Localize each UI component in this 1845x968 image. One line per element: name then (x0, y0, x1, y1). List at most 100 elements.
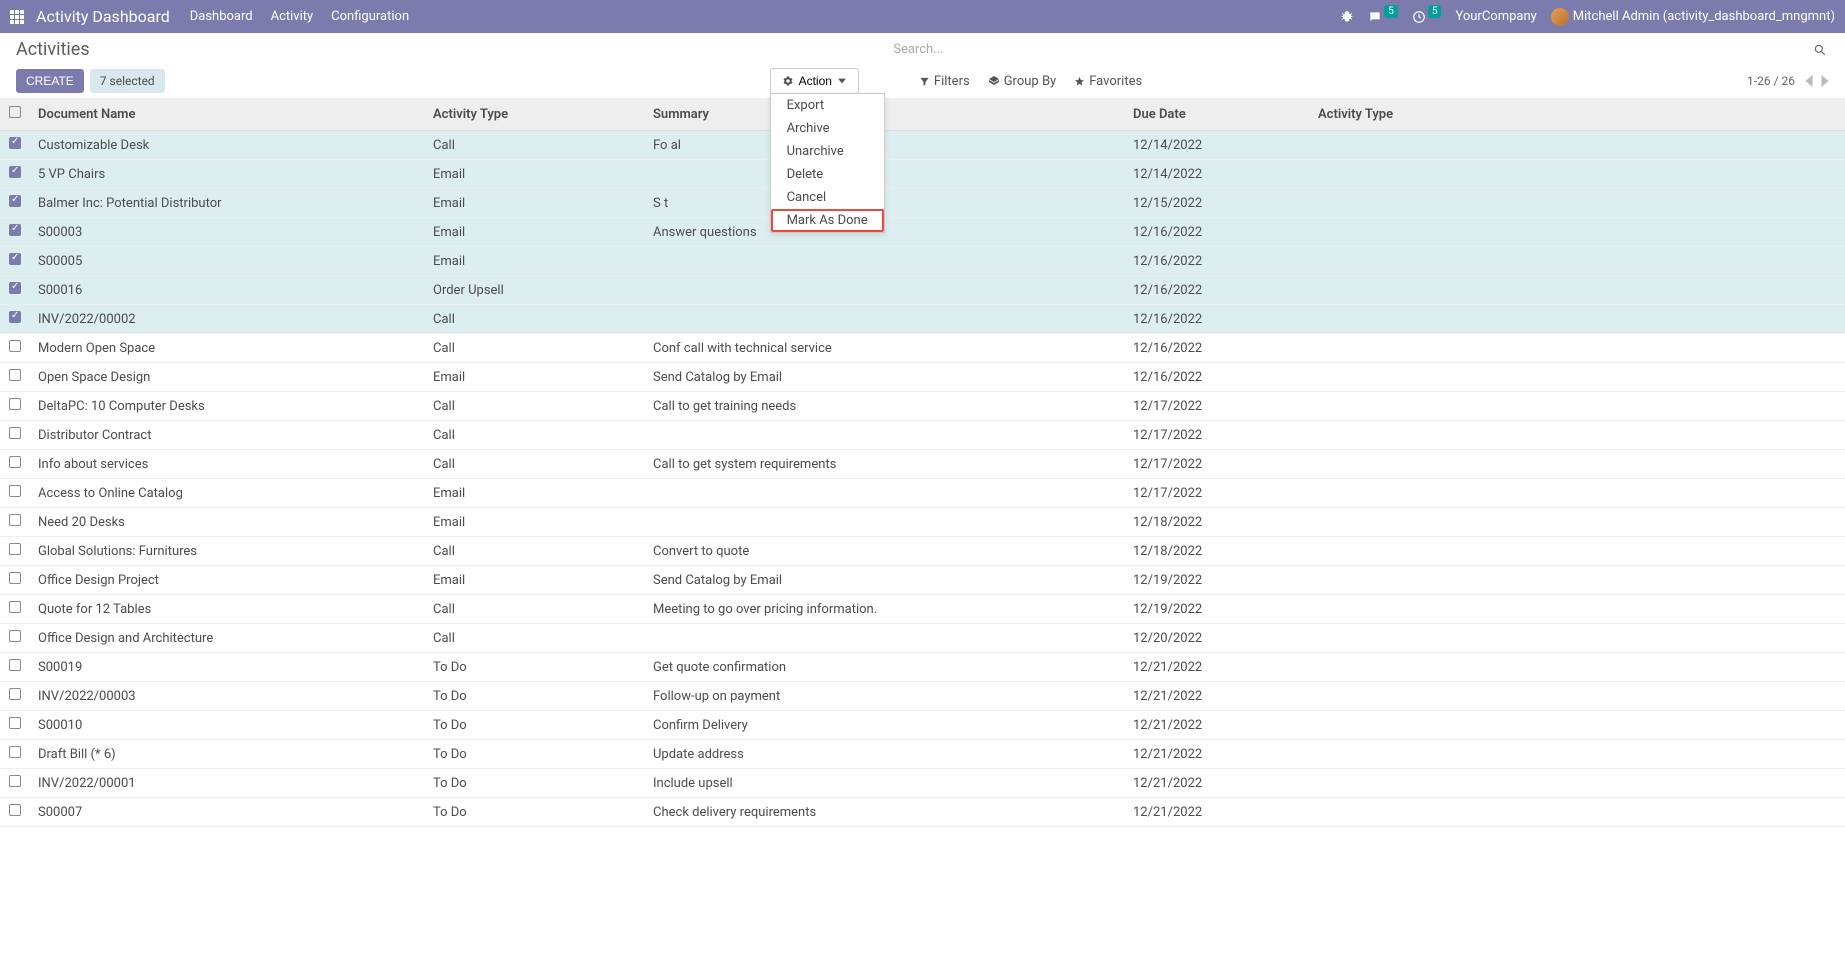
row-checkbox[interactable] (9, 717, 21, 729)
table-row[interactable]: Customizable DeskCallFo al12/14/2022 (0, 131, 1845, 160)
table-row[interactable]: Draft Bill (* 6)To DoUpdate address12/21… (0, 740, 1845, 769)
table-row[interactable]: S00003EmailAnswer questions12/16/2022 (0, 218, 1845, 247)
table-row[interactable]: INV/2022/00002Call12/16/2022 (0, 305, 1845, 334)
row-checkbox[interactable] (9, 195, 21, 207)
col-summary[interactable]: Summary (645, 98, 1125, 131)
cell-activity-type-2 (1310, 595, 1845, 624)
row-checkbox[interactable] (9, 485, 21, 497)
action-menu-item[interactable]: Unarchive (771, 140, 884, 163)
app-title[interactable]: Activity Dashboard (36, 7, 170, 26)
action-menu-item[interactable]: Mark As Done (771, 209, 884, 232)
bug-icon[interactable] (1340, 10, 1354, 24)
groupby-button[interactable]: Group By (988, 74, 1057, 89)
row-checkbox[interactable] (9, 282, 21, 294)
row-checkbox[interactable] (9, 514, 21, 526)
select-all-checkbox[interactable] (0, 98, 30, 131)
row-checkbox[interactable] (9, 659, 21, 671)
selected-count[interactable]: 7 selected (90, 69, 165, 93)
action-menu-item[interactable]: Delete (771, 163, 884, 186)
table-row[interactable]: INV/2022/00001To DoInclude upsell12/21/2… (0, 769, 1845, 798)
cell-due-date: 12/21/2022 (1125, 653, 1310, 682)
cell-due-date: 12/15/2022 (1125, 189, 1310, 218)
action-button[interactable]: Action (770, 68, 859, 94)
pager-text[interactable]: 1-26 / 26 (1747, 74, 1795, 88)
create-button[interactable]: CREATE (16, 69, 84, 93)
row-checkbox[interactable] (9, 804, 21, 816)
col-document-name[interactable]: Document Name (30, 98, 425, 131)
pager-next[interactable] (1821, 75, 1829, 87)
row-checkbox[interactable] (9, 427, 21, 439)
row-checkbox[interactable] (9, 543, 21, 555)
cell-document-name: INV/2022/00002 (30, 305, 425, 334)
menu-dashboard[interactable]: Dashboard (190, 9, 253, 24)
table-row[interactable]: S00016Order Upsell12/16/2022 (0, 276, 1845, 305)
table-row[interactable]: Office Design and ArchitectureCall12/20/… (0, 624, 1845, 653)
row-checkbox[interactable] (9, 601, 21, 613)
cell-due-date: 12/21/2022 (1125, 711, 1310, 740)
cell-summary: Meeting to go over pricing information. (645, 595, 1125, 624)
table-row[interactable]: Modern Open SpaceCallConf call with tech… (0, 334, 1845, 363)
table-row[interactable]: Need 20 DesksEmail12/18/2022 (0, 508, 1845, 537)
action-menu-item[interactable]: Archive (771, 117, 884, 140)
user-menu[interactable]: Mitchell Admin (activity_dashboard_mngmn… (1551, 8, 1835, 26)
row-checkbox[interactable] (9, 224, 21, 236)
search-input[interactable]: Search... (886, 42, 1813, 57)
row-checkbox[interactable] (9, 340, 21, 352)
table-row[interactable]: Distributor ContractCall12/17/2022 (0, 421, 1845, 450)
row-checkbox[interactable] (9, 398, 21, 410)
menu-activity[interactable]: Activity (271, 9, 314, 24)
cell-activity-type-2 (1310, 450, 1845, 479)
table-row[interactable]: Office Design ProjectEmailSend Catalog b… (0, 566, 1845, 595)
favorites-button[interactable]: Favorites (1074, 74, 1142, 89)
row-checkbox[interactable] (9, 166, 21, 178)
table-row[interactable]: Quote for 12 TablesCallMeeting to go ove… (0, 595, 1845, 624)
table-row[interactable]: 5 VP ChairsEmail12/14/2022 (0, 160, 1845, 189)
cell-document-name: INV/2022/00001 (30, 769, 425, 798)
col-activity-type[interactable]: Activity Type (425, 98, 645, 131)
table-row[interactable]: S00005Email12/16/2022 (0, 247, 1845, 276)
cell-document-name: Modern Open Space (30, 334, 425, 363)
row-checkbox[interactable] (9, 746, 21, 758)
company-switcher[interactable]: YourCompany (1455, 9, 1536, 24)
action-menu-item[interactable]: Export (771, 94, 884, 117)
col-due-date[interactable]: Due Date (1125, 98, 1310, 131)
table-row[interactable]: S00007To DoCheck delivery requirements12… (0, 798, 1845, 827)
cell-due-date: 12/16/2022 (1125, 334, 1310, 363)
cell-due-date: 12/17/2022 (1125, 450, 1310, 479)
cell-activity-type: Email (425, 218, 645, 247)
row-checkbox[interactable] (9, 369, 21, 381)
action-menu-item[interactable]: Cancel (771, 186, 884, 209)
table-row[interactable]: Info about servicesCallCall to get syste… (0, 450, 1845, 479)
chat-icon[interactable]: 5 (1368, 10, 1398, 24)
row-checkbox[interactable] (9, 775, 21, 787)
pager-prev[interactable] (1805, 75, 1813, 87)
row-checkbox[interactable] (9, 456, 21, 468)
row-checkbox[interactable] (9, 572, 21, 584)
table-row[interactable]: S00019To DoGet quote confirmation12/21/2… (0, 653, 1845, 682)
table-row[interactable]: Balmer Inc: Potential DistributorEmailS … (0, 189, 1845, 218)
apps-icon[interactable] (10, 10, 24, 24)
row-checkbox[interactable] (9, 688, 21, 700)
filters-button[interactable]: Filters (919, 74, 970, 89)
cell-activity-type: Call (425, 131, 645, 160)
chevron-down-icon (838, 77, 846, 85)
table-row[interactable]: Access to Online CatalogEmail12/17/2022 (0, 479, 1845, 508)
row-checkbox[interactable] (9, 137, 21, 149)
search-icon[interactable] (1813, 43, 1829, 57)
table-row[interactable]: Open Space DesignEmailSend Catalog by Em… (0, 363, 1845, 392)
row-checkbox[interactable] (9, 630, 21, 642)
cell-activity-type-2 (1310, 653, 1845, 682)
row-checkbox[interactable] (9, 311, 21, 323)
menu-configuration[interactable]: Configuration (331, 9, 409, 24)
clock-icon[interactable]: 5 (1412, 10, 1442, 24)
col-activity-type-2[interactable]: Activity Type (1310, 98, 1845, 131)
cell-due-date: 12/18/2022 (1125, 508, 1310, 537)
cell-document-name: Need 20 Desks (30, 508, 425, 537)
table-row[interactable]: DeltaPC: 10 Computer DesksCallCall to ge… (0, 392, 1845, 421)
table-row[interactable]: Global Solutions: FurnituresCallConvert … (0, 537, 1845, 566)
cell-document-name: S00005 (30, 247, 425, 276)
row-checkbox[interactable] (9, 253, 21, 265)
table-row[interactable]: S00010To DoConfirm Delivery12/21/2022 (0, 711, 1845, 740)
table-row[interactable]: INV/2022/00003To DoFollow-up on payment1… (0, 682, 1845, 711)
cell-due-date: 12/21/2022 (1125, 740, 1310, 769)
